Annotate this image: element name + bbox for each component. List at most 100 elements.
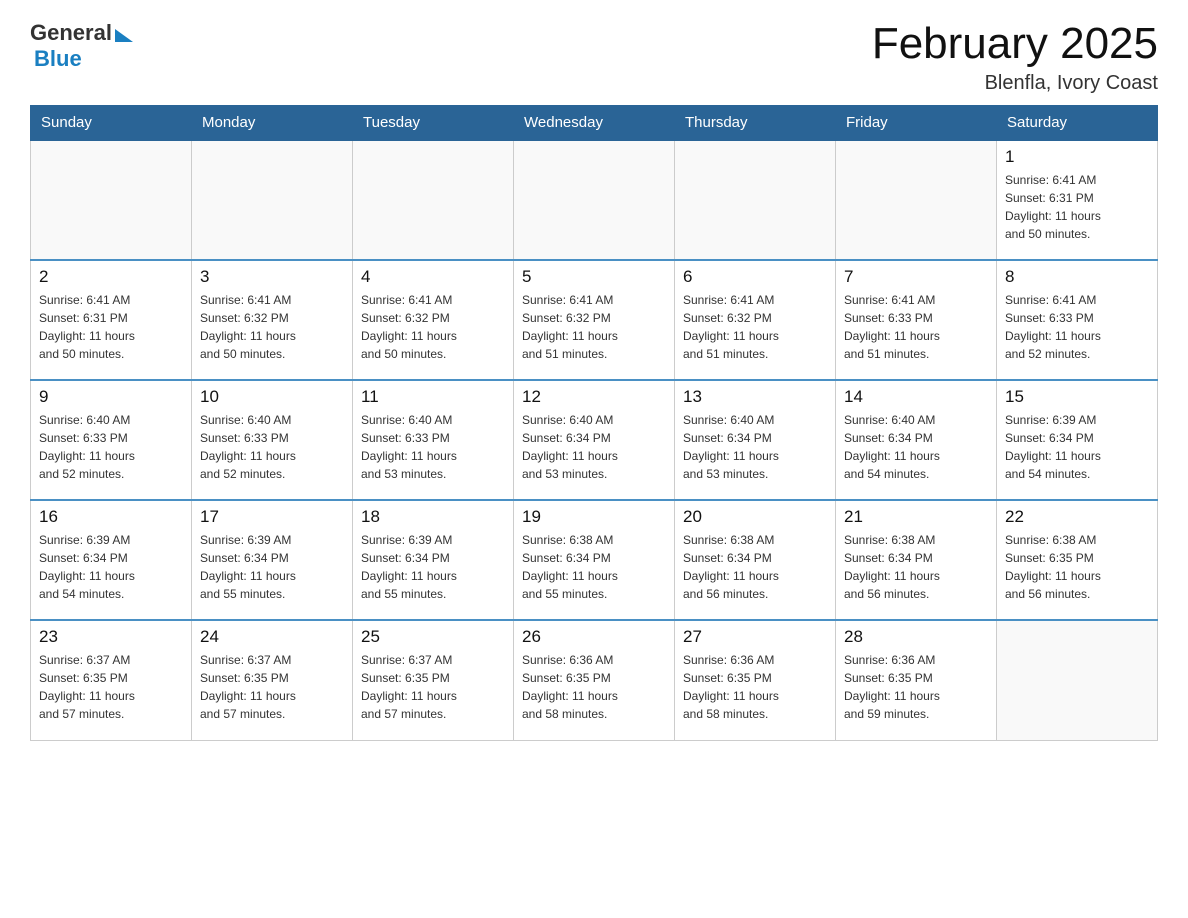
calendar-cell: 13Sunrise: 6:40 AMSunset: 6:34 PMDayligh… [675,380,836,500]
calendar-cell: 18 Sunrise: 6:39 AMSunset: 6:34 PMDayligh… [353,500,514,620]
logo-general-text: General [30,20,112,46]
calendar-cell: 6 Sunrise: 6:41 AMSunset: 6:32 PMDaylight… [675,260,836,380]
day-number: 15 [1005,387,1149,407]
calendar-cell [514,140,675,260]
day-info: Sunrise: 6:39 AMSunset: 6:34 PMDaylight:… [1005,411,1149,483]
day-number: 5 [522,267,666,287]
day-info: Sunrise: 6:41 AMSunset: 6:32 PMDaylight:… [361,291,505,363]
day-number: 26 [522,627,666,647]
title-section: February 2025 Blenfla, Ivory Coast [872,20,1158,95]
calendar-cell: 8 Sunrise: 6:41 AMSunset: 6:33 PMDaylight… [997,260,1158,380]
calendar-cell: 28 Sunrise: 6:36 AMSunset: 6:35 PMDayligh… [836,620,997,740]
day-of-week-header: Saturday [997,106,1158,141]
calendar-cell: 1 Sunrise: 6:41 AMSunset: 6:31 PMDaylight… [997,140,1158,260]
day-number: 2 [39,267,183,287]
day-number: 9 [39,387,183,407]
day-info: Sunrise: 6:38 AMSunset: 6:34 PMDaylight:… [683,531,827,603]
day-number: 3 [200,267,344,287]
calendar-cell: 2 Sunrise: 6:41 AMSunset: 6:31 PMDaylight… [31,260,192,380]
day-number: 1 [1005,147,1149,167]
calendar-cell: 25 Sunrise: 6:37 AMSunset: 6:35 PMDayligh… [353,620,514,740]
day-info: Sunrise: 6:41 AMSunset: 6:31 PMDaylight:… [1005,171,1149,243]
day-info: Sunrise: 6:41 AMSunset: 6:32 PMDaylight:… [522,291,666,363]
calendar-cell: 17 Sunrise: 6:39 AMSunset: 6:34 PMDayligh… [192,500,353,620]
day-info: Sunrise: 6:41 AMSunset: 6:32 PMDaylight:… [200,291,344,363]
day-info: Sunrise: 6:39 AMSunset: 6:34 PMDaylight:… [39,531,183,603]
day-number: 6 [683,267,827,287]
page-header: General Blue February 2025 Blenfla, Ivor… [30,20,1158,95]
day-of-week-header: Wednesday [514,106,675,141]
calendar-cell [31,140,192,260]
day-number: 20 [683,507,827,527]
logo: General Blue [30,20,133,72]
day-info: Sunrise: 6:40 AMSunset: 6:34 PMDaylight:… [522,411,666,483]
day-of-week-header: Thursday [675,106,836,141]
calendar-week-row: 23 Sunrise: 6:37 AMSunset: 6:35 PMDayligh… [31,620,1158,740]
day-number: 22 [1005,507,1149,527]
day-number: 28 [844,627,988,647]
day-number: 18 [361,507,505,527]
day-of-week-header: Sunday [31,106,192,141]
calendar-cell: 21Sunrise: 6:38 AMSunset: 6:34 PMDayligh… [836,500,997,620]
calendar-cell: 24 Sunrise: 6:37 AMSunset: 6:35 PMDayligh… [192,620,353,740]
calendar-cell: 16 Sunrise: 6:39 AMSunset: 6:34 PMDayligh… [31,500,192,620]
calendar-cell: 5 Sunrise: 6:41 AMSunset: 6:32 PMDaylight… [514,260,675,380]
day-number: 17 [200,507,344,527]
calendar-week-row: 9 Sunrise: 6:40 AMSunset: 6:33 PMDaylight… [31,380,1158,500]
calendar-cell [353,140,514,260]
calendar-cell: 20 Sunrise: 6:38 AMSunset: 6:34 PMDayligh… [675,500,836,620]
day-number: 21 [844,507,988,527]
calendar-cell: 26Sunrise: 6:36 AMSunset: 6:35 PMDayligh… [514,620,675,740]
calendar-cell: 11Sunrise: 6:40 AMSunset: 6:33 PMDayligh… [353,380,514,500]
calendar-cell: 12Sunrise: 6:40 AMSunset: 6:34 PMDayligh… [514,380,675,500]
day-info: Sunrise: 6:41 AMSunset: 6:32 PMDaylight:… [683,291,827,363]
day-info: Sunrise: 6:37 AMSunset: 6:35 PMDaylight:… [361,651,505,723]
day-number: 23 [39,627,183,647]
calendar-subtitle: Blenfla, Ivory Coast [872,72,1158,95]
calendar-cell: 14 Sunrise: 6:40 AMSunset: 6:34 PMDayligh… [836,380,997,500]
calendar-cell: 27Sunrise: 6:36 AMSunset: 6:35 PMDayligh… [675,620,836,740]
day-number: 27 [683,627,827,647]
day-info: Sunrise: 6:36 AMSunset: 6:35 PMDaylight:… [844,651,988,723]
day-info: Sunrise: 6:37 AMSunset: 6:35 PMDaylight:… [200,651,344,723]
day-info: Sunrise: 6:41 AMSunset: 6:31 PMDaylight:… [39,291,183,363]
day-number: 7 [844,267,988,287]
calendar-header-row: SundayMondayTuesdayWednesdayThursdayFrid… [31,106,1158,141]
day-info: Sunrise: 6:39 AMSunset: 6:34 PMDaylight:… [361,531,505,603]
day-number: 10 [200,387,344,407]
day-number: 19 [522,507,666,527]
day-info: Sunrise: 6:40 AMSunset: 6:34 PMDaylight:… [844,411,988,483]
calendar-cell: 9 Sunrise: 6:40 AMSunset: 6:33 PMDaylight… [31,380,192,500]
day-number: 24 [200,627,344,647]
day-number: 16 [39,507,183,527]
day-of-week-header: Tuesday [353,106,514,141]
calendar-cell [836,140,997,260]
calendar-cell: 10 Sunrise: 6:40 AMSunset: 6:33 PMDayligh… [192,380,353,500]
day-number: 25 [361,627,505,647]
day-info: Sunrise: 6:40 AMSunset: 6:33 PMDaylight:… [39,411,183,483]
day-info: Sunrise: 6:40 AMSunset: 6:33 PMDaylight:… [200,411,344,483]
day-info: Sunrise: 6:38 AMSunset: 6:35 PMDaylight:… [1005,531,1149,603]
day-info: Sunrise: 6:39 AMSunset: 6:34 PMDaylight:… [200,531,344,603]
logo-blue-text: Blue [34,46,82,72]
day-of-week-header: Monday [192,106,353,141]
day-number: 11 [361,387,505,407]
day-info: Sunrise: 6:41 AMSunset: 6:33 PMDaylight:… [1005,291,1149,363]
calendar-table: SundayMondayTuesdayWednesdayThursdayFrid… [30,105,1158,741]
calendar-cell [997,620,1158,740]
day-number: 8 [1005,267,1149,287]
calendar-cell: 23 Sunrise: 6:37 AMSunset: 6:35 PMDayligh… [31,620,192,740]
day-info: Sunrise: 6:37 AMSunset: 6:35 PMDaylight:… [39,651,183,723]
calendar-cell: 19Sunrise: 6:38 AMSunset: 6:34 PMDayligh… [514,500,675,620]
calendar-week-row: 16 Sunrise: 6:39 AMSunset: 6:34 PMDayligh… [31,500,1158,620]
calendar-cell: 4Sunrise: 6:41 AMSunset: 6:32 PMDaylight… [353,260,514,380]
calendar-week-row: 1 Sunrise: 6:41 AMSunset: 6:31 PMDaylight… [31,140,1158,260]
day-number: 13 [683,387,827,407]
calendar-cell [675,140,836,260]
logo-triangle-icon [115,29,133,42]
calendar-cell: 15 Sunrise: 6:39 AMSunset: 6:34 PMDayligh… [997,380,1158,500]
day-number: 14 [844,387,988,407]
day-info: Sunrise: 6:41 AMSunset: 6:33 PMDaylight:… [844,291,988,363]
calendar-title: February 2025 [872,20,1158,68]
calendar-week-row: 2 Sunrise: 6:41 AMSunset: 6:31 PMDaylight… [31,260,1158,380]
